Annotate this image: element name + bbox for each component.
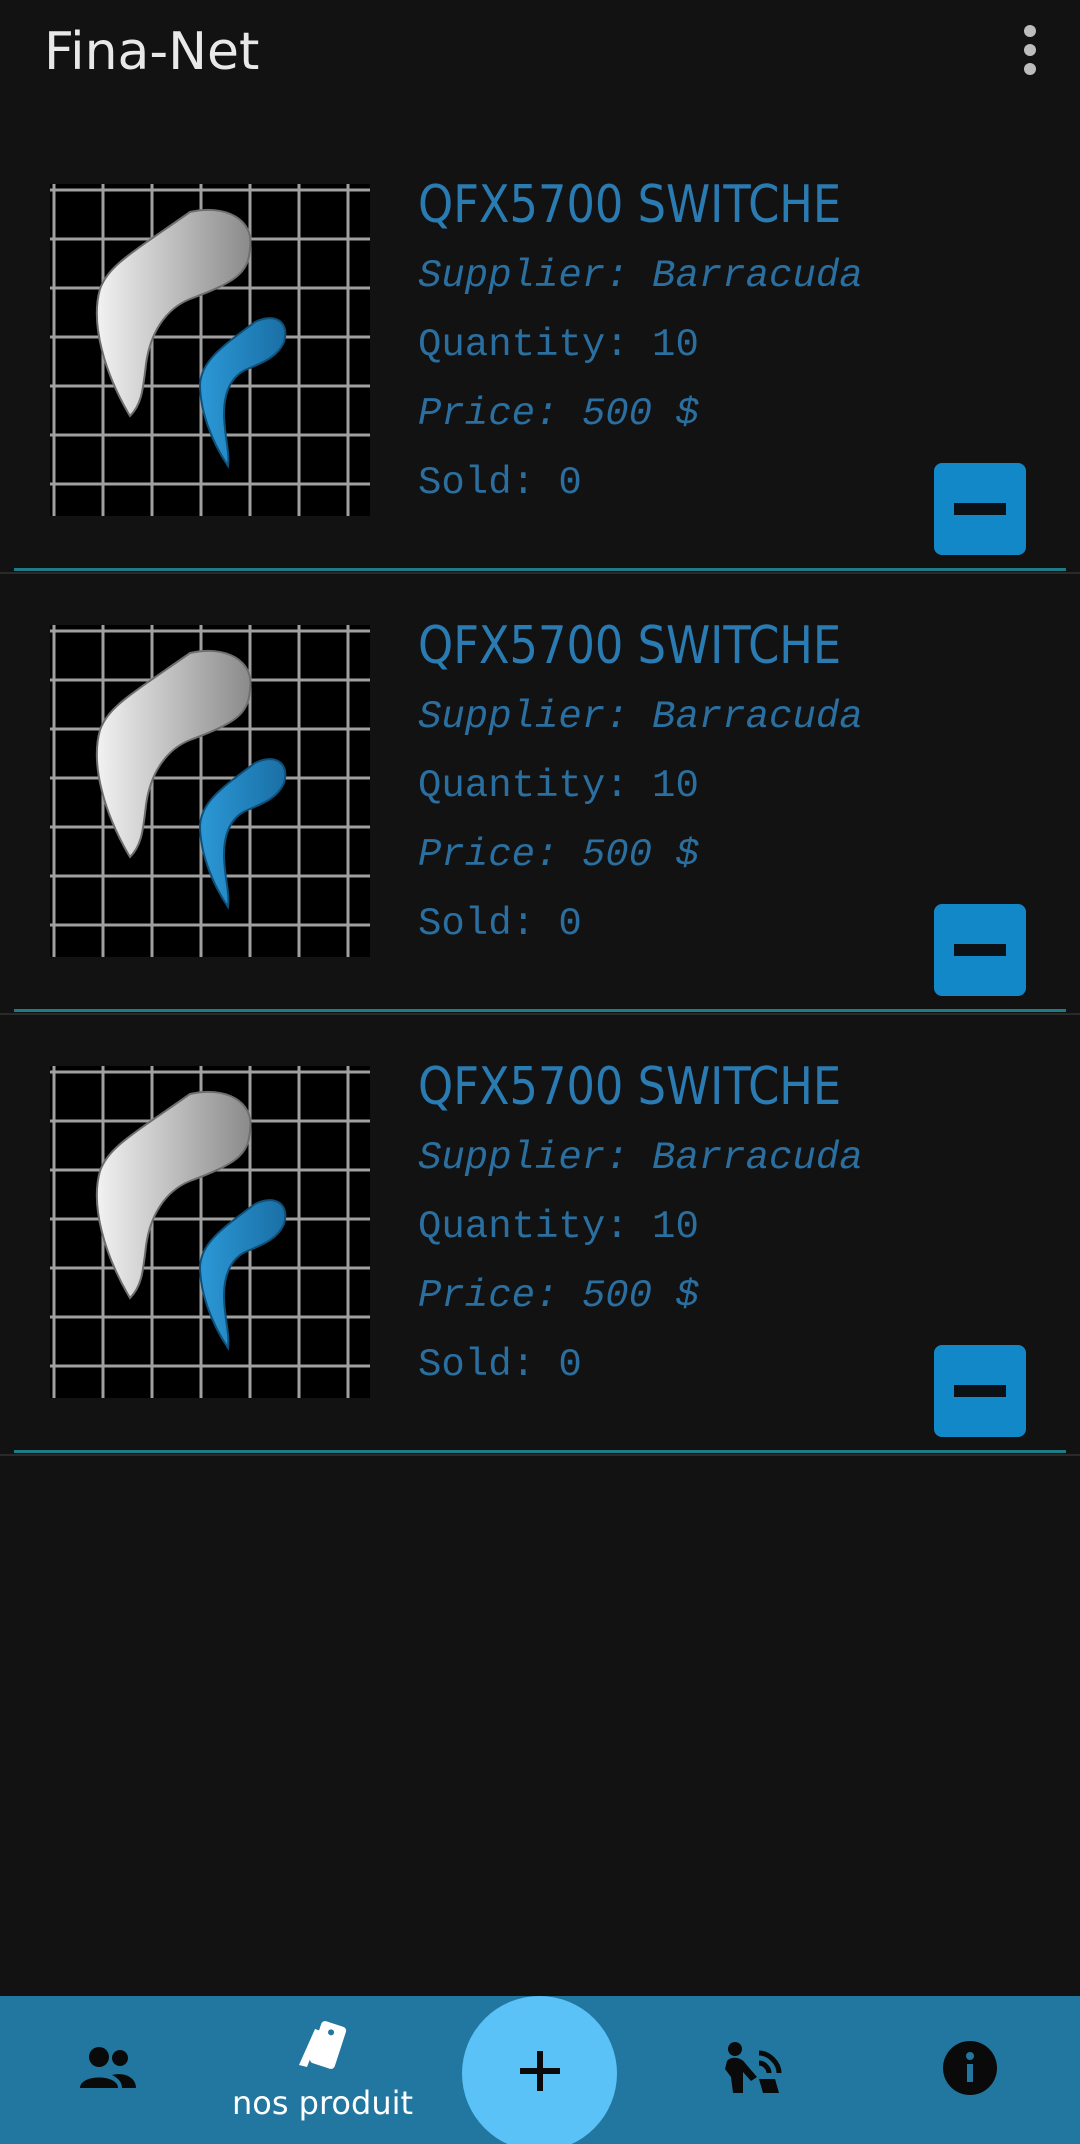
wifi-user-icon [723, 2039, 787, 2102]
product-name: QFX5700 SWITCHE [418, 1057, 842, 1117]
product-supplier: Supplier: Barracuda [418, 254, 863, 298]
products-icon [293, 2019, 353, 2080]
app-title: Fina-Net [44, 22, 260, 82]
decrement-button[interactable] [934, 1345, 1026, 1437]
minus-icon [954, 944, 1006, 956]
add-icon [518, 2049, 562, 2098]
overflow-menu-icon[interactable] [1002, 22, 1058, 78]
product-card[interactable]: QFX5700 SWITCHE Supplier: Barracuda Quan… [0, 130, 1080, 574]
nav-item-products[interactable]: nos produit [220, 1996, 425, 2144]
menu-dot [1024, 63, 1036, 75]
product-quantity: Quantity: 10 [418, 1205, 699, 1249]
product-card[interactable]: QFX5700 SWITCHE Supplier: Barracuda Quan… [0, 571, 1080, 1015]
card-separator [0, 1454, 1080, 1456]
product-name: QFX5700 SWITCHE [418, 616, 842, 676]
product-name: QFX5700 SWITCHE [418, 175, 842, 235]
product-logo-image [50, 184, 370, 516]
product-supplier: Supplier: Barracuda [418, 695, 863, 739]
card-divider [14, 1450, 1066, 1453]
product-supplier: Supplier: Barracuda [418, 1136, 863, 1180]
menu-dot [1024, 25, 1036, 37]
product-price: Price: 500 $ [418, 1274, 699, 1318]
product-quantity: Quantity: 10 [418, 764, 699, 808]
product-logo-image [50, 625, 370, 957]
app-root: Fina-Net QFX5700 SWITCHE Supplier: Barra… [0, 0, 1080, 2144]
menu-dot [1024, 44, 1036, 56]
product-price: Price: 500 $ [418, 833, 699, 877]
people-icon [78, 2044, 138, 2097]
product-logo-image [50, 1066, 370, 1398]
decrement-button[interactable] [934, 463, 1026, 555]
info-icon [941, 2039, 999, 2102]
nav-item-network[interactable] [685, 1996, 825, 2144]
product-quantity: Quantity: 10 [418, 323, 699, 367]
decrement-button[interactable] [934, 904, 1026, 996]
product-list: QFX5700 SWITCHE Supplier: Barracuda Quan… [0, 130, 1080, 1456]
minus-icon [954, 1385, 1006, 1397]
app-bar: Fina-Net [0, 0, 1080, 110]
minus-icon [954, 503, 1006, 515]
add-product-button[interactable] [462, 1996, 617, 2144]
nav-item-people[interactable] [40, 1996, 175, 2144]
product-price: Price: 500 $ [418, 392, 699, 436]
product-card[interactable]: QFX5700 SWITCHE Supplier: Barracuda Quan… [0, 1012, 1080, 1456]
nav-label-products: nos produit [231, 2083, 414, 2122]
nav-item-info[interactable] [900, 1996, 1040, 2144]
